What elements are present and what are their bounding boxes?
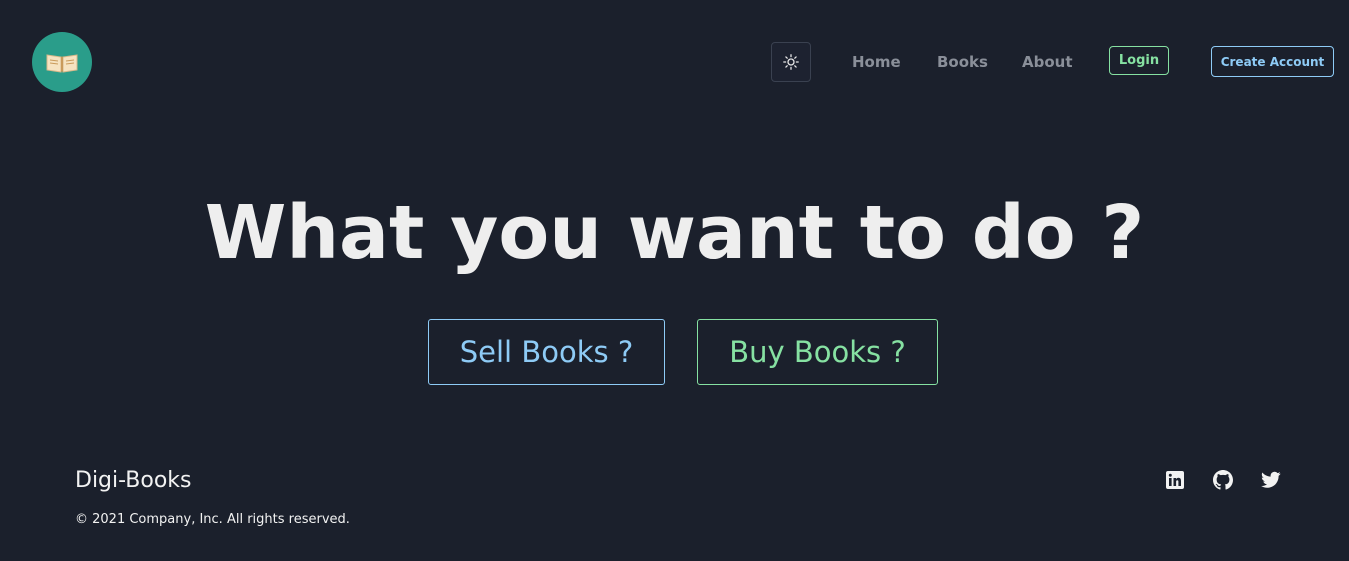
nav-about-link[interactable]: About [1022, 53, 1073, 71]
github-link[interactable] [1212, 469, 1234, 491]
nav-books-link[interactable]: Books [937, 53, 988, 71]
github-icon [1213, 470, 1233, 490]
footer-brand: Digi-Books [75, 468, 192, 493]
theme-toggle-button[interactable] [771, 42, 811, 82]
sell-books-button[interactable]: Sell Books ? [428, 319, 665, 385]
twitter-link[interactable] [1260, 469, 1282, 491]
linkedin-link[interactable] [1164, 469, 1186, 491]
footer-copyright: © 2021 Company, Inc. All rights reserved… [75, 512, 350, 527]
login-button[interactable]: Login [1109, 46, 1169, 75]
page: Home Books About Login Create Account Wh… [0, 0, 1349, 561]
logo[interactable] [32, 32, 92, 92]
twitter-icon [1261, 471, 1281, 488]
hero-title: What you want to do ? [204, 190, 1145, 276]
create-account-button[interactable]: Create Account [1211, 46, 1334, 77]
sun-icon [783, 54, 799, 70]
open-book-icon [46, 54, 78, 73]
linkedin-icon [1166, 471, 1184, 489]
nav-home-link[interactable]: Home [852, 53, 901, 71]
buy-books-button[interactable]: Buy Books ? [697, 319, 938, 385]
